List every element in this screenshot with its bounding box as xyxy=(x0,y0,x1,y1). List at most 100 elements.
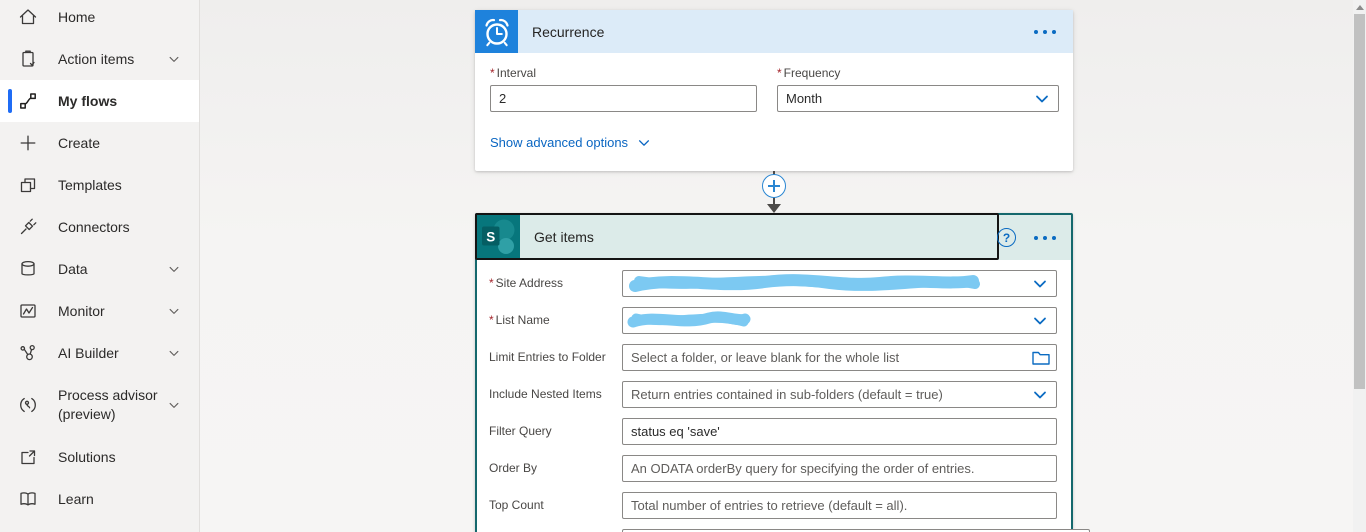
sidebar-item-label: Process advisor (preview) xyxy=(58,387,158,422)
process-advisor-icon xyxy=(18,395,38,415)
field-label: * List Name xyxy=(489,313,550,328)
field-row-limit-entries-to-folder: Limit Entries to Folder xyxy=(489,344,1057,371)
sidebar-nav-list: Home Action items My flows Create Templa… xyxy=(0,0,199,520)
selected-indicator-bar xyxy=(8,89,12,113)
sidebar-item-label: Monitor xyxy=(58,302,105,319)
sidebar-item-my-flows[interactable]: My flows xyxy=(0,80,199,122)
field-row-site-address: * Site Address xyxy=(489,270,1057,297)
field-label: * Site Address xyxy=(489,276,564,291)
show-advanced-options-link[interactable]: Show advanced options xyxy=(490,135,651,150)
site-address-dropdown[interactable] xyxy=(622,270,1057,297)
help-icon[interactable]: ? xyxy=(997,228,1016,247)
scrollbar-thumb[interactable] xyxy=(1354,14,1365,389)
templates-icon xyxy=(18,175,38,195)
get-items-card: S Get items ? * Site Address * List Name… xyxy=(475,213,1090,532)
sidebar-item-label: Home xyxy=(58,8,96,25)
field-label: Limit Entries to Folder xyxy=(489,350,606,365)
card-title: Recurrence xyxy=(532,23,605,40)
interval-input[interactable] xyxy=(490,85,757,112)
plus-icon xyxy=(18,133,38,153)
database-icon xyxy=(18,259,38,279)
more-options-icon[interactable] xyxy=(1034,235,1056,240)
chevron-down-icon xyxy=(1032,313,1048,329)
chevron-down-icon xyxy=(1032,387,1048,403)
chevron-down-icon xyxy=(167,304,181,318)
sidebar-item-templates[interactable]: Templates xyxy=(0,164,199,206)
chevron-down-icon xyxy=(1032,276,1048,292)
chevron-down-icon xyxy=(167,52,181,66)
up-arrow-icon xyxy=(1355,4,1364,10)
field-row-list-name: * List Name xyxy=(489,307,1057,334)
sidebar-item-label: My flows xyxy=(58,92,118,109)
scroll-up-button[interactable] xyxy=(1353,0,1366,14)
required-asterisk: * xyxy=(489,276,494,291)
connector-plug-icon xyxy=(18,217,38,237)
flow-canvas: Recurrence *Interval *Frequency Month xyxy=(200,0,1366,532)
top-count-input[interactable] xyxy=(622,492,1057,519)
svg-text:S: S xyxy=(486,230,495,245)
field-label: Order By xyxy=(489,461,538,476)
recurrence-card-header[interactable]: Recurrence xyxy=(475,10,1073,53)
flow-icon xyxy=(18,91,38,111)
vertical-scrollbar[interactable] xyxy=(1353,0,1366,532)
field-label: Top Count xyxy=(489,498,544,513)
sidebar-item-label: Templates xyxy=(58,176,122,193)
sidebar-item-label: Solutions xyxy=(58,448,116,465)
frequency-dropdown[interactable]: Month xyxy=(777,85,1059,112)
solutions-box-icon xyxy=(18,447,38,467)
sidebar-item-monitor[interactable]: Monitor xyxy=(0,290,199,332)
filter-query-input[interactable] xyxy=(622,418,1057,445)
sidebar-item-data[interactable]: Data xyxy=(0,248,199,290)
sidebar-item-learn[interactable]: Learn xyxy=(0,478,199,520)
selection-focus-outline: S Get items xyxy=(475,213,999,260)
required-asterisk: * xyxy=(777,66,782,80)
chevron-down-icon xyxy=(1034,91,1050,107)
required-asterisk: * xyxy=(490,66,495,80)
sharepoint-icon: S xyxy=(477,215,520,258)
order-by-input[interactable] xyxy=(622,455,1057,482)
sidebar-item-label: AI Builder xyxy=(58,344,119,361)
sidebar-item-label: Learn xyxy=(58,490,94,507)
field-row-include-nested-items: Include Nested Items Return entries cont… xyxy=(489,381,1057,408)
chevron-down-icon xyxy=(638,139,650,146)
ai-network-icon xyxy=(18,343,38,363)
get-items-card-header[interactable]: S Get items ? xyxy=(475,213,1071,260)
monitor-icon xyxy=(18,301,38,321)
list-name-dropdown[interactable] xyxy=(622,307,1057,334)
sidebar-item-solutions[interactable]: Solutions xyxy=(0,436,199,478)
connector xyxy=(475,171,1073,213)
get-items-card-body: * Site Address * List Name Limit Entries… xyxy=(477,260,1090,532)
recurrence-card-body: *Interval *Frequency Month Show advanced… xyxy=(475,53,1073,150)
sidebar-item-label: Action items xyxy=(58,50,135,67)
card-title: Get items xyxy=(534,228,594,245)
sidebar-item-connectors[interactable]: Connectors xyxy=(0,206,199,248)
field-label: Filter Query xyxy=(489,424,552,439)
interval-label: * Interval xyxy=(490,66,537,80)
sidebar-item-label: Create xyxy=(58,134,101,151)
field-row-filter-query: Filter Query xyxy=(489,418,1057,445)
sidebar-item-action-items[interactable]: Action items xyxy=(0,38,199,80)
recurrence-card: Recurrence *Interval *Frequency Month xyxy=(475,10,1073,171)
frequency-label: * Frequency xyxy=(777,66,841,80)
field-row-top-count: Top Count xyxy=(489,492,1057,519)
power-automate-designer: Home Action items My flows Create Templa… xyxy=(0,0,1366,532)
sidebar-item-label: Connectors xyxy=(58,218,130,235)
insert-step-button[interactable] xyxy=(762,174,786,198)
folder-picker-icon[interactable] xyxy=(1032,350,1050,365)
chevron-down-icon xyxy=(167,346,181,360)
frequency-value: Month xyxy=(786,91,823,106)
sidebar-item-ai-builder[interactable]: AI Builder xyxy=(0,332,199,374)
sidebar-item-home[interactable]: Home xyxy=(0,0,199,38)
chevron-down-icon xyxy=(167,398,181,412)
field-label: Include Nested Items xyxy=(489,387,602,402)
alarm-clock-icon xyxy=(475,10,518,53)
limit-entries-to-folder-input[interactable] xyxy=(622,344,1057,371)
include-nested-items-dropdown[interactable]: Return entries contained in sub-folders … xyxy=(622,381,1057,408)
field-row-order-by: Order By xyxy=(489,455,1057,482)
clipboard-icon xyxy=(18,49,38,69)
sidebar: Home Action items My flows Create Templa… xyxy=(0,0,200,532)
sidebar-item-create[interactable]: Create xyxy=(0,122,199,164)
sidebar-item-label: Data xyxy=(58,260,88,277)
more-options-icon[interactable] xyxy=(1034,29,1056,34)
sidebar-item-process-advisor[interactable]: Process advisor (preview) xyxy=(0,374,199,436)
